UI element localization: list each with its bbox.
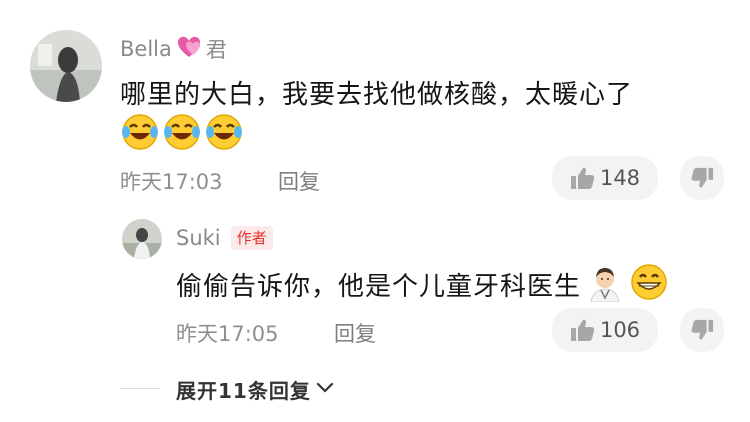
- laughing-tears-emoji: [120, 112, 160, 156]
- expand-replies-button[interactable]: 展开11条回复: [176, 375, 335, 404]
- dislike-button[interactable]: [680, 156, 724, 200]
- comment-text: 哪里的大白，我要去找他做核酸，太暖心了: [120, 80, 634, 110]
- thumbs-up-icon: [570, 318, 596, 342]
- reply-author-row: Suki 作者: [176, 226, 273, 250]
- grinning-face-emoji: [629, 262, 669, 306]
- thumbs-down-icon: [690, 318, 714, 342]
- author-suffix: 君: [205, 38, 227, 62]
- author-name[interactable]: Bella: [120, 37, 172, 61]
- sparkling-heart-icon: [176, 35, 202, 63]
- reply-like-count: 106: [599, 318, 641, 342]
- reply-text: 偷偷告诉你，他是个儿童牙科医生: [176, 271, 582, 302]
- reply-text-row: 偷偷告诉你，他是个儿童牙科医生: [176, 262, 669, 306]
- divider: [120, 388, 160, 389]
- comment-emoji-row: [120, 112, 244, 156]
- comment-author-row: Bella 君: [120, 34, 227, 64]
- laughing-tears-emoji: [162, 112, 202, 156]
- thumbs-down-icon: [690, 166, 714, 190]
- reply-dislike-button[interactable]: [680, 308, 724, 352]
- chevron-down-icon: [315, 380, 335, 399]
- reply-reply-button[interactable]: 回复: [334, 318, 376, 348]
- reply-button[interactable]: 回复: [278, 166, 320, 196]
- reply-avatar[interactable]: [122, 219, 162, 259]
- reply-author-name[interactable]: Suki: [176, 226, 221, 250]
- avatar[interactable]: [30, 30, 102, 102]
- doctor-emoji: [585, 262, 625, 306]
- like-count: 148: [599, 166, 641, 190]
- comment-timestamp: 昨天17:03: [120, 170, 223, 194]
- laughing-tears-emoji: [204, 112, 244, 156]
- thumbs-up-icon: [570, 166, 596, 190]
- like-button[interactable]: 148: [552, 156, 658, 200]
- reply-like-button[interactable]: 106: [552, 308, 658, 352]
- reply-timestamp: 昨天17:05: [176, 322, 279, 346]
- author-badge: 作者: [230, 226, 273, 250]
- expand-replies-label: 展开11条回复: [176, 379, 311, 403]
